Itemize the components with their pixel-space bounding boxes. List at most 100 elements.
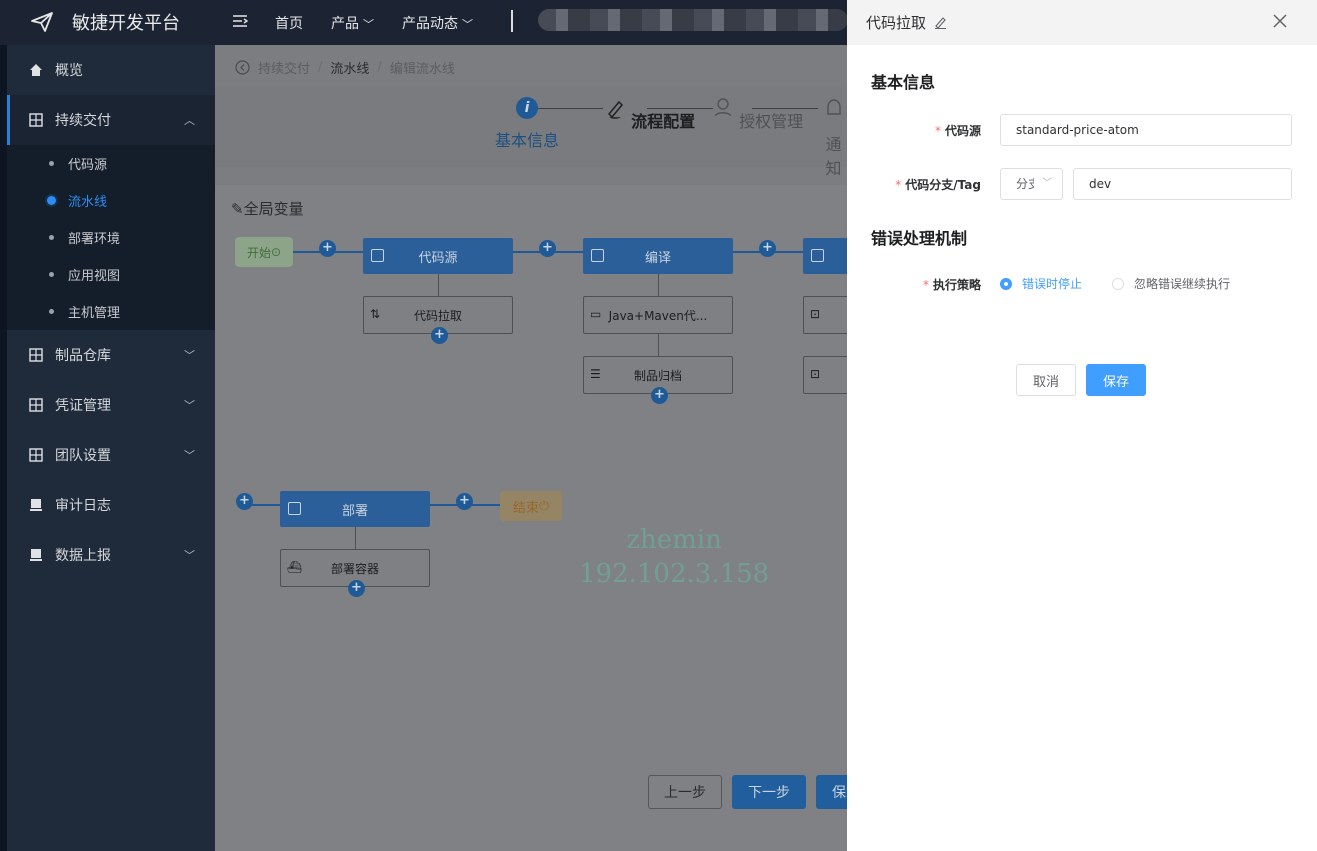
archive-icon: ☰ (590, 367, 601, 381)
nav-product[interactable]: 产品 ﹀ (331, 13, 374, 33)
delivery-submenu: 代码源 流水线 部署环境 应用视图 主机管理 (7, 145, 215, 330)
add-stage-button[interactable]: + (236, 493, 253, 510)
add-stage-button[interactable]: + (759, 240, 776, 257)
sidebar-subitem-label: 流水线 (68, 195, 108, 210)
sidebar-subitem-pipeline[interactable]: 流水线 (7, 182, 215, 219)
sidebar-item-delivery[interactable]: 持续交付 ︿ (7, 95, 215, 145)
sidebar-item-label: 持续交付 (55, 113, 111, 129)
required-mark: * (895, 178, 902, 192)
drawer-title: 代码拉取 (866, 14, 927, 32)
bullet-icon (49, 272, 54, 277)
task-partial[interactable]: ⊡ (803, 356, 847, 394)
stage-icon (811, 249, 824, 262)
branch-label: * 代码分支/Tag (881, 176, 981, 193)
edit-icon[interactable] (934, 16, 947, 29)
code-source-label-text: 代码源 (944, 124, 981, 138)
back-circle-icon[interactable] (235, 60, 250, 75)
monitor-icon (30, 549, 42, 561)
add-task-button[interactable]: + (348, 580, 365, 597)
watermark-line: 192.102.3.158 (579, 559, 770, 589)
save-button[interactable]: 保存 (1086, 364, 1146, 396)
app-logo[interactable]: 敏捷开发平台 (30, 9, 180, 35)
sidebar-item-team-settings[interactable]: 团队设置 ﹀ (7, 430, 215, 480)
add-stage-button[interactable]: + (456, 493, 473, 510)
git-branch-icon: ⇅ (370, 307, 381, 321)
branch-type-select[interactable]: 分支 ﹀ (1000, 168, 1063, 200)
code-source-input[interactable]: standard-price-atom (1000, 114, 1292, 146)
menu-toggle-icon[interactable] (232, 13, 248, 29)
save-pipeline-button[interactable]: 保 (816, 775, 847, 809)
sidebar-item-label: 概览 (55, 63, 83, 79)
add-stage-button[interactable]: + (539, 240, 556, 257)
connector-line (438, 274, 439, 296)
sidebar-item-label: 数据上报 (55, 548, 111, 564)
section-error-handling: 错误处理机制 (871, 229, 968, 248)
branch-input[interactable]: dev (1073, 168, 1292, 200)
stage-compile[interactable]: 编译 (583, 238, 733, 274)
sidebar-subitem-code-source[interactable]: 代码源 (7, 145, 215, 182)
sidebar-item-label: 团队设置 (55, 448, 111, 464)
paper-plane-icon (31, 12, 53, 32)
monitor-icon (30, 499, 42, 511)
breadcrumb-separator: / (318, 60, 323, 75)
connector-line (658, 274, 659, 296)
app-title: 敏捷开发平台 (72, 13, 180, 34)
cancel-button[interactable]: 取消 (1016, 364, 1076, 396)
code-source-label: * 代码源 (891, 122, 981, 139)
main-content: 持续交付 / 流水线 / 编辑流水线 i 基本信息 流程配置 授权管理 通知 ✎… (215, 45, 847, 851)
sidebar: 概览 持续交付 ︿ 代码源 流水线 部署环境 应用视图 主机管理 制品仓库 ﹀ … (7, 45, 215, 851)
sidebar-item-artifacts[interactable]: 制品仓库 ﹀ (7, 330, 215, 380)
stage-label: 代码源 (418, 250, 458, 266)
sidebar-subitem-app-view[interactable]: 应用视图 (7, 256, 215, 293)
laptop-icon: ▭ (590, 307, 602, 321)
sidebar-item-credentials[interactable]: 凭证管理 ﹀ (7, 380, 215, 430)
step-auth[interactable]: 授权管理 (712, 97, 803, 132)
radio-ignore-error[interactable]: 忽略错误继续执行 (1112, 275, 1230, 292)
add-stage-button[interactable]: + (319, 240, 336, 257)
nav-product-news-label: 产品动态 (402, 16, 458, 32)
breadcrumb-current: 编辑流水线 (389, 62, 455, 77)
sidebar-subitem-label: 部署环境 (68, 232, 121, 247)
sidebar-item-data-report[interactable]: 数据上报 ﹀ (7, 530, 215, 580)
steps-bar: i 基本信息 流程配置 授权管理 通知 (215, 87, 847, 178)
strategy-label: * 执行策略 (891, 276, 981, 293)
stage-next[interactable] (803, 238, 847, 274)
chevron-down-icon: ﹀ (184, 399, 195, 412)
close-icon[interactable] (1271, 12, 1289, 30)
stage-code-source[interactable]: 代码源 (363, 238, 513, 274)
step-process-config[interactable]: 流程配置 (604, 97, 695, 132)
nav-product-label: 产品 (331, 16, 359, 32)
radio-stop-on-error[interactable]: 错误时停止 (1000, 275, 1082, 292)
grid-icon (29, 113, 43, 127)
power-icon: ⏻ (538, 498, 550, 514)
prev-step-button[interactable]: 上一步 (648, 775, 722, 809)
user-icon (713, 98, 733, 119)
sidebar-subitem-deploy-env[interactable]: 部署环境 (7, 219, 215, 256)
scan-icon: ⊡ (810, 307, 821, 321)
step-label: 通知 (825, 135, 842, 178)
sidebar-item-audit-log[interactable]: 审计日志 (7, 480, 215, 530)
global-variables-link[interactable]: ✎全局变量 (231, 198, 304, 219)
step-notify[interactable]: 通知 (820, 97, 847, 179)
stage-deploy[interactable]: 部署 (280, 491, 430, 527)
task-label: 代码拉取 (413, 308, 462, 323)
sidebar-item-overview[interactable]: 概览 (7, 45, 215, 95)
chevron-down-icon: ﹀ (184, 449, 195, 462)
task-partial[interactable]: ⊡ (803, 296, 847, 334)
step-basic-info[interactable]: i 基本信息 (495, 97, 559, 151)
bell-icon (826, 99, 841, 115)
nav-home[interactable]: 首页 (275, 13, 303, 33)
task-java-maven[interactable]: ▭ Java+Maven代... (583, 296, 733, 334)
chevron-down-icon: ﹀ (462, 18, 473, 31)
nav-product-news[interactable]: 产品动态 ﹀ (402, 13, 473, 33)
sidebar-subitem-host-mgmt[interactable]: 主机管理 (7, 293, 215, 330)
add-task-button[interactable]: + (651, 387, 668, 404)
breadcrumb-item[interactable]: 流水线 (330, 58, 369, 77)
radio-circle (1000, 277, 1012, 290)
breadcrumb-item[interactable]: 持续交付 (258, 58, 310, 77)
add-task-button[interactable]: + (431, 327, 448, 344)
redacted-bar (538, 9, 848, 31)
end-label: 结束 (512, 500, 539, 516)
task-label: 制品归档 (633, 368, 682, 383)
next-step-button[interactable]: 下一步 (732, 775, 806, 809)
